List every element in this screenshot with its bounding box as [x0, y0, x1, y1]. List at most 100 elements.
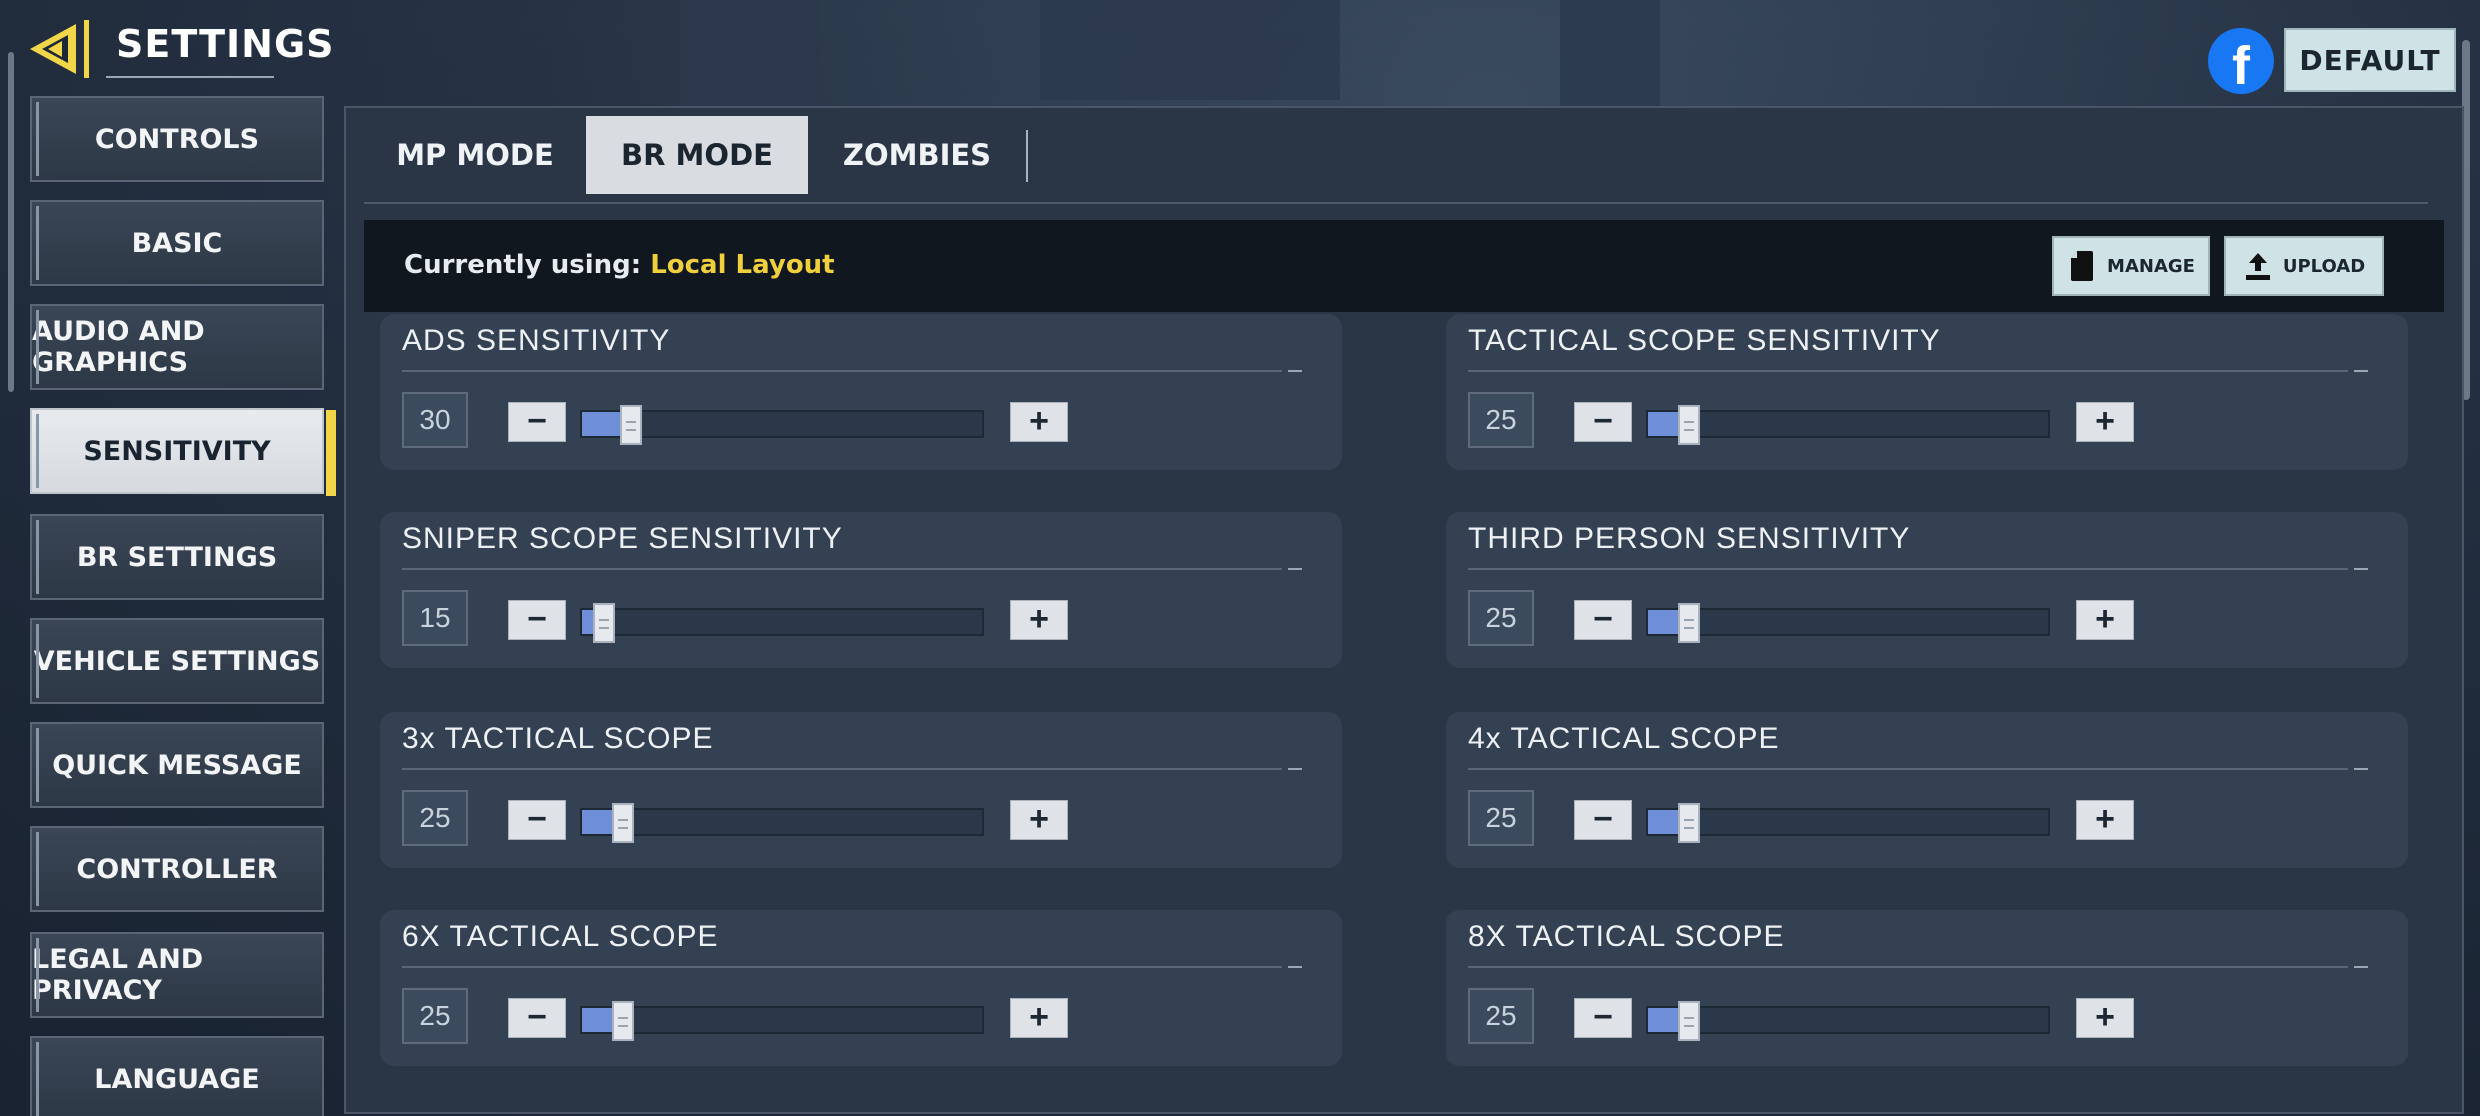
increase-button[interactable]: + — [1010, 998, 1068, 1038]
page-title: SETTINGS — [116, 22, 335, 66]
slider-handle[interactable] — [1678, 1001, 1700, 1041]
tab-underline — [364, 202, 2428, 204]
tab-separator — [1026, 130, 1028, 182]
increase-button[interactable]: + — [2076, 800, 2134, 840]
decrease-button[interactable]: − — [508, 800, 566, 840]
manage-button[interactable]: MANAGE — [2052, 236, 2210, 296]
slider-handle[interactable] — [612, 803, 634, 843]
increase-button[interactable]: + — [1010, 600, 1068, 640]
setting-value[interactable]: 25 — [1468, 590, 1534, 646]
decrease-button[interactable]: − — [508, 600, 566, 640]
setting-divider-end — [2354, 966, 2368, 968]
sensitivity-slider[interactable] — [580, 405, 984, 445]
setting-card: 3x TACTICAL SCOPE 25− + — [380, 712, 1342, 868]
sensitivity-slider[interactable] — [580, 603, 984, 643]
sidebar-item[interactable]: BASIC — [30, 200, 324, 286]
increase-button[interactable]: + — [1010, 800, 1068, 840]
sidebar-item-marker — [36, 832, 39, 906]
slider-handle[interactable] — [593, 603, 615, 643]
sidebar-item-label: LANGUAGE — [94, 1063, 260, 1095]
sidebar-item-label: VEHICLE SETTINGS — [33, 645, 321, 677]
slider-handle[interactable] — [1678, 803, 1700, 843]
sensitivity-slider[interactable] — [580, 803, 984, 843]
setting-divider — [1468, 370, 2348, 372]
tab-mp-mode[interactable]: MP MODE — [364, 116, 586, 194]
increase-button[interactable]: + — [2076, 600, 2134, 640]
tab-zombies[interactable]: ZOMBIES — [806, 116, 1028, 194]
sensitivity-slider[interactable] — [580, 1001, 984, 1041]
facebook-icon: f — [2232, 36, 2250, 94]
sensitivity-slider[interactable] — [1646, 603, 2050, 643]
upload-button[interactable]: UPLOAD — [2224, 236, 2384, 296]
setting-value[interactable]: 25 — [1468, 790, 1534, 846]
sidebar-item-marker — [36, 520, 39, 594]
facebook-button[interactable]: f — [2208, 28, 2274, 94]
setting-divider — [402, 568, 1282, 570]
sidebar-item-label: BR SETTINGS — [76, 541, 278, 573]
decrease-button[interactable]: − — [1574, 998, 1632, 1038]
sensitivity-slider[interactable] — [1646, 405, 2050, 445]
sidebar-item[interactable]: QUICK MESSAGE — [30, 722, 324, 808]
setting-divider — [1468, 768, 2348, 770]
setting-divider-end — [1288, 768, 1302, 770]
sidebar-item-label: BASIC — [131, 227, 223, 259]
sidebar-item[interactable]: BR SETTINGS — [30, 514, 324, 600]
upload-icon — [2245, 253, 2270, 280]
sidebar-item-label: CONTROLS — [94, 123, 260, 155]
layout-status: Currently using: Local Layout — [404, 250, 835, 280]
sidebar-item-marker — [36, 1042, 39, 1116]
slider-handle[interactable] — [1678, 603, 1700, 643]
sidebar-item-label: CONTROLLER — [76, 853, 278, 885]
slider-handle[interactable] — [612, 1001, 634, 1041]
sidebar-item-marker — [36, 624, 39, 698]
sensitivity-slider[interactable] — [1646, 1001, 2050, 1041]
back-button[interactable] — [26, 18, 100, 80]
increase-button[interactable]: + — [2076, 998, 2134, 1038]
sidebar-item[interactable]: LANGUAGE — [30, 1036, 324, 1116]
sidebar-item[interactable]: LEGAL AND PRIVACY — [30, 932, 324, 1018]
sidebar-item-label: QUICK MESSAGE — [52, 749, 302, 781]
background-shape — [1040, 0, 1340, 100]
increase-button[interactable]: + — [2076, 402, 2134, 442]
sidebar-item-marker — [36, 206, 39, 280]
setting-card: THIRD PERSON SENSITIVITY 25− + — [1446, 512, 2408, 668]
setting-value[interactable]: 25 — [402, 988, 468, 1044]
setting-value[interactable]: 15 — [402, 590, 468, 646]
decrease-button[interactable]: − — [1574, 600, 1632, 640]
layout-status-value: Local Layout — [650, 250, 835, 280]
slider-handle[interactable] — [620, 405, 642, 445]
setting-divider — [1468, 966, 2348, 968]
sidebar-item[interactable]: CONTROLS — [30, 96, 324, 182]
default-button[interactable]: DEFAULT — [2284, 28, 2456, 92]
setting-divider — [402, 966, 1282, 968]
setting-label: THIRD PERSON SENSITIVITY — [1468, 522, 1911, 555]
setting-label: SNIPER SCOPE SENSITIVITY — [402, 522, 843, 555]
slider-handle[interactable] — [1678, 405, 1700, 445]
decrease-button[interactable]: − — [508, 402, 566, 442]
left-scrollbar[interactable] — [8, 52, 14, 392]
back-arrow-icon — [30, 20, 89, 78]
setting-value[interactable]: 25 — [402, 790, 468, 846]
setting-label: 8X TACTICAL SCOPE — [1468, 920, 1785, 953]
sidebar-item[interactable]: SENSITIVITY — [30, 408, 336, 496]
setting-card: TACTICAL SCOPE SENSITIVITY 25− + — [1446, 314, 2408, 470]
sidebar-item[interactable]: AUDIO AND GRAPHICS — [30, 304, 324, 390]
decrease-button[interactable]: − — [508, 998, 566, 1038]
sidebar-item[interactable]: VEHICLE SETTINGS — [30, 618, 324, 704]
setting-value[interactable]: 30 — [402, 392, 468, 448]
sensitivity-slider[interactable] — [1646, 803, 2050, 843]
setting-value[interactable]: 25 — [1468, 392, 1534, 448]
document-icon — [2071, 251, 2094, 281]
setting-label: TACTICAL SCOPE SENSITIVITY — [1468, 324, 1941, 357]
setting-divider-end — [2354, 568, 2368, 570]
increase-button[interactable]: + — [1010, 402, 1068, 442]
sidebar-item[interactable]: CONTROLLER — [30, 826, 324, 912]
sidebar-item-label: AUDIO AND GRAPHICS — [32, 316, 205, 378]
setting-label: 3x TACTICAL SCOPE — [402, 722, 714, 755]
tab-br-mode[interactable]: BR MODE — [586, 116, 808, 194]
setting-label: 6X TACTICAL SCOPE — [402, 920, 719, 953]
title-divider — [106, 76, 274, 78]
decrease-button[interactable]: − — [1574, 402, 1632, 442]
decrease-button[interactable]: − — [1574, 800, 1632, 840]
setting-value[interactable]: 25 — [1468, 988, 1534, 1044]
